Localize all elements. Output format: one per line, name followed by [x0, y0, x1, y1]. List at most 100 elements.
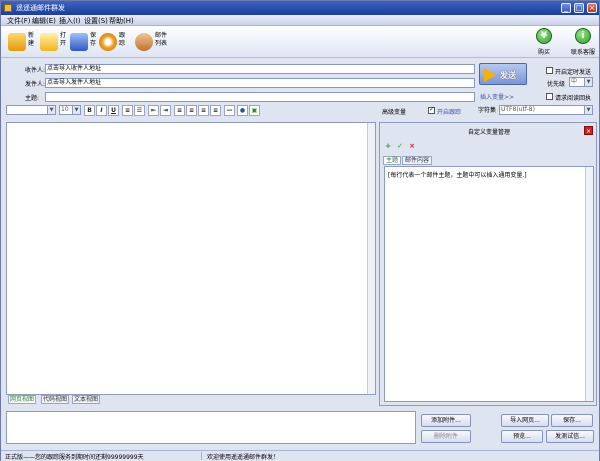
support-button[interactable]: i 联系客服 — [563, 28, 600, 56]
horizontal-rule-button[interactable]: — — [224, 105, 235, 116]
align-center-button[interactable]: ≡ — [186, 105, 197, 116]
tab-code-view[interactable]: 代码视图 — [41, 395, 70, 404]
indent-button[interactable]: ⇥ — [160, 105, 171, 116]
import-page-button[interactable]: 导入网页... — [501, 414, 549, 427]
sender-field[interactable]: 点击导入发件人地址 — [45, 78, 475, 88]
font-size-value: 10 — [61, 106, 69, 113]
save-icon — [70, 33, 88, 51]
send-test-button[interactable]: 发测试信... — [546, 430, 594, 443]
sender-label: 发件人: — [25, 81, 46, 88]
send-label: 发送 — [500, 71, 516, 80]
font-family-select[interactable]: ▼ — [6, 105, 56, 115]
priority-select[interactable]: 中 ▼ — [569, 77, 593, 87]
open-label: 打开 — [60, 32, 67, 47]
chevron-down-icon: ▼ — [584, 78, 592, 86]
buy-button[interactable]: ¥ 购买 — [524, 28, 564, 56]
chevron-down-icon: ▼ — [47, 106, 55, 114]
menu-insert[interactable]: 插入(I) — [59, 16, 81, 26]
chevron-down-icon: ▼ — [584, 106, 592, 114]
subject-field[interactable] — [45, 92, 475, 102]
editor-scrollbar[interactable] — [367, 123, 375, 394]
justify-button[interactable]: ≡ — [210, 105, 221, 116]
buy-label: 购买 — [537, 49, 550, 56]
view-tabs: 网页视图 代码视图 文本视图 — [6, 395, 376, 405]
title-bar: 遥遥通邮件群发 _ □ × — [1, 1, 599, 15]
enable-tracking-checkbox[interactable] — [428, 105, 435, 114]
menu-settings[interactable]: 设置(S) — [84, 16, 108, 26]
preview-button[interactable]: 预览... — [501, 430, 543, 443]
toolbar: 新建 打开 保存 跟踪 邮件列表 ¥ 购买 i 联系客服 — [1, 26, 599, 58]
maximize-button[interactable]: □ — [574, 3, 584, 13]
outdent-button[interactable]: ⇤ — [148, 105, 159, 116]
charset-label: 字符集 — [478, 107, 497, 114]
recipient-field[interactable]: 点击导入收件人地址 — [45, 64, 475, 74]
minimize-button[interactable]: _ — [561, 3, 571, 13]
support-label: 联系客服 — [570, 49, 595, 56]
add-icon[interactable]: + — [384, 142, 392, 150]
tab-subject[interactable]: 主题 — [383, 156, 402, 165]
ordered-list-button[interactable]: ≡ — [122, 105, 133, 116]
menu-bar: 文件(F) 编辑(E) 插入(I) 设置(S) 帮助(H) — [1, 15, 599, 26]
support-icon: i — [575, 28, 591, 44]
menu-edit[interactable]: 编辑(E) — [32, 16, 56, 26]
mail-list-label: 邮件列表 — [155, 32, 168, 47]
advanced-variable-label[interactable]: 高级变量 — [382, 107, 406, 116]
align-left-button[interactable]: ≡ — [174, 105, 185, 116]
save-draft-button[interactable]: 保存... — [551, 414, 593, 427]
check-icon[interactable]: ✓ — [396, 142, 404, 150]
open-icon — [40, 33, 58, 51]
status-right: 欢迎使用遥遥通邮件群发！ — [207, 454, 280, 461]
schedule-checkbox[interactable] — [546, 67, 553, 74]
delete-attachment-button[interactable]: 删除附件 — [421, 430, 471, 443]
format-toolbar: ▼ 10 ▼ B I U ≡ ☰ ⇤ ⇥ ≡ ≡ ≡ ≡ — ● ▣ — [6, 105, 376, 118]
status-left: 正式版——您的跟踪服务到期时间还剩99999999天 — [5, 454, 144, 461]
image-icon[interactable]: ▣ — [249, 105, 260, 116]
play-icon — [484, 68, 496, 82]
track-label: 跟踪 — [119, 32, 126, 47]
close-button[interactable]: × — [587, 3, 597, 13]
bold-button[interactable]: B — [84, 105, 95, 116]
status-bar: 正式版——您的跟踪服务到期时间还剩99999999天 欢迎使用遥遥通邮件群发！ — [1, 450, 599, 461]
italic-button[interactable]: I — [96, 105, 107, 116]
chevron-down-icon: ▼ — [72, 106, 80, 114]
underline-button[interactable]: U — [108, 105, 119, 116]
variable-textarea[interactable]: [每行代表一个邮件主题，主题中可以插入通用变量.] — [384, 166, 594, 402]
send-button[interactable]: 发送 — [479, 63, 527, 85]
menu-file[interactable]: 文件(F) — [7, 16, 31, 26]
tab-text-view[interactable]: 文本视图 — [72, 395, 101, 404]
menu-help[interactable]: 帮助(H) — [109, 16, 134, 26]
track-icon — [99, 33, 117, 51]
save-button[interactable]: 保存 — [69, 29, 99, 55]
new-label: 新建 — [28, 32, 35, 47]
unordered-list-button[interactable]: ☰ — [134, 105, 145, 116]
attachment-list[interactable] — [6, 411, 416, 444]
status-divider — [201, 452, 202, 460]
recipient-label: 收件人: — [25, 67, 46, 74]
window-title: 遥遥通邮件群发 — [16, 4, 65, 12]
insert-variable-link[interactable]: 插入变量>> — [480, 92, 514, 101]
variable-panel: 自定义变量管理 × + ✓ × 主题 邮件内容 [每行代表一个邮件主题，主题中可… — [379, 122, 597, 406]
variable-scrollbar[interactable] — [585, 167, 593, 401]
mail-list-icon — [135, 33, 153, 51]
link-icon[interactable]: ● — [237, 105, 248, 116]
tab-mail-content[interactable]: 邮件内容 — [402, 156, 433, 165]
font-size-select[interactable]: 10 ▼ — [59, 105, 81, 115]
mail-list-button[interactable]: 邮件列表 — [134, 29, 170, 55]
new-button[interactable]: 新建 — [7, 29, 37, 55]
tab-web-view[interactable]: 网页视图 — [8, 395, 37, 404]
subject-label: 主题: — [25, 95, 40, 102]
add-attachment-button[interactable]: 添加附件... — [421, 414, 471, 427]
charset-select[interactable]: UTF8(utf-8) ▼ — [499, 105, 593, 115]
align-right-button[interactable]: ≡ — [198, 105, 209, 116]
variable-panel-title: 自定义变量管理 — [467, 129, 510, 136]
app-icon — [4, 4, 12, 12]
delete-icon[interactable]: × — [408, 142, 416, 150]
content-editor[interactable] — [6, 122, 376, 395]
open-button[interactable]: 打开 — [39, 29, 69, 55]
schedule-label: 开启定时发送 — [555, 69, 592, 76]
track-button[interactable]: 跟踪 — [98, 29, 128, 55]
priority-label: 优先级 — [547, 81, 566, 88]
close-icon[interactable]: × — [584, 126, 593, 135]
read-receipt-label: 请求阅读回执 — [555, 95, 592, 102]
read-receipt-checkbox[interactable] — [546, 93, 553, 100]
